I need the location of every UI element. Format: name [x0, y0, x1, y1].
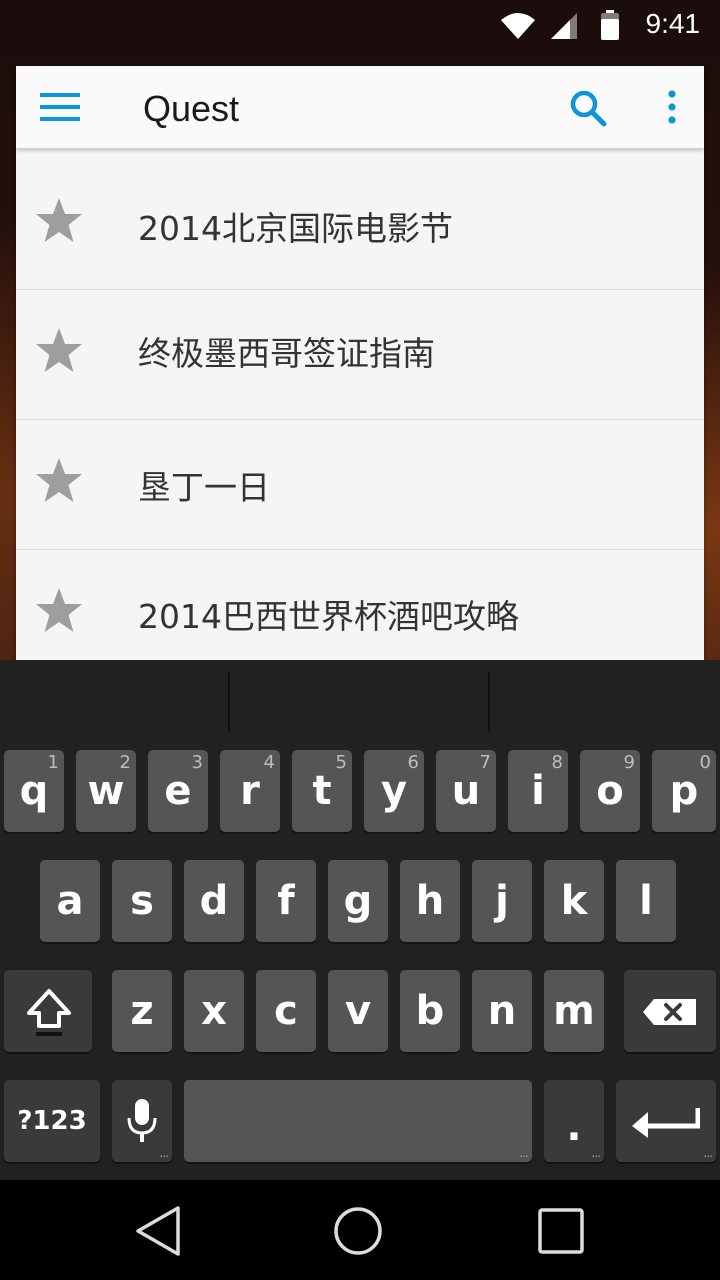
- mic-key[interactable]: ...: [112, 1080, 172, 1162]
- key-h[interactable]: h: [400, 860, 460, 942]
- key-v[interactable]: v: [328, 970, 388, 1052]
- key-u[interactable]: u7: [436, 750, 496, 832]
- list-item[interactable]: 终极墨西哥签证指南: [16, 290, 704, 420]
- navigation-bar: [0, 1180, 720, 1280]
- shift-key[interactable]: [4, 970, 92, 1052]
- key-k[interactable]: k: [544, 860, 604, 942]
- soft-keyboard: q1 w2 e3 r4 t5 y6 u7 i8 o9 p0 a s d f g …: [0, 660, 720, 1180]
- suggestion-divider: [228, 672, 230, 732]
- key-c[interactable]: c: [256, 970, 316, 1052]
- key-l[interactable]: l: [616, 860, 676, 942]
- list-item-label: 垦丁一日: [138, 468, 270, 507]
- list-item-label: 2014北京国际电影节: [138, 209, 453, 248]
- battery-icon: [601, 10, 619, 40]
- favorites-list: 2014北京国际电影节 终极墨西哥签证指南 垦丁一日 2014巴西世界杯酒吧攻略: [16, 148, 704, 666]
- app-card: Quest 2014北京国际电影节 终极墨西哥签证指南 垦丁一日 2014巴西世…: [16, 66, 704, 666]
- search-icon[interactable]: [568, 88, 608, 128]
- key-i[interactable]: i8: [508, 750, 568, 832]
- suggestion-strip[interactable]: [0, 660, 720, 740]
- key-g[interactable]: g: [328, 860, 388, 942]
- star-icon[interactable]: [34, 456, 84, 506]
- page-title: Quest: [143, 88, 240, 129]
- mic-icon: [127, 1099, 157, 1142]
- key-o[interactable]: o9: [580, 750, 640, 832]
- back-icon[interactable]: [132, 1205, 184, 1257]
- symbols-key[interactable]: ?123: [4, 1080, 100, 1162]
- key-e[interactable]: e3: [148, 750, 208, 832]
- key-m[interactable]: m: [544, 970, 604, 1052]
- key-t[interactable]: t5: [292, 750, 352, 832]
- list-item-label: 终极墨西哥签证指南: [138, 334, 435, 373]
- star-icon[interactable]: [34, 326, 84, 376]
- key-a[interactable]: a: [40, 860, 100, 942]
- backspace-key[interactable]: [624, 970, 716, 1052]
- status-bar: 9:41: [0, 0, 720, 50]
- key-y[interactable]: y6: [364, 750, 424, 832]
- more-vert-icon[interactable]: [664, 88, 680, 128]
- key-f[interactable]: f: [256, 860, 316, 942]
- space-key[interactable]: ...: [184, 1080, 532, 1162]
- key-z[interactable]: z: [112, 970, 172, 1052]
- key-p[interactable]: p0: [652, 750, 716, 832]
- key-j[interactable]: j: [472, 860, 532, 942]
- list-item[interactable]: 2014北京国际电影节: [16, 148, 704, 290]
- list-item[interactable]: 2014巴西世界杯酒吧攻略: [16, 550, 704, 666]
- home-icon[interactable]: [332, 1205, 384, 1257]
- star-icon[interactable]: [34, 196, 84, 246]
- key-x[interactable]: x: [184, 970, 244, 1052]
- signal-icon: [551, 13, 577, 39]
- key-d[interactable]: d: [184, 860, 244, 942]
- list-item-label: 2014巴西世界杯酒吧攻略: [138, 597, 519, 636]
- period-key[interactable]: . ...: [544, 1080, 604, 1162]
- list-item[interactable]: 垦丁一日: [16, 420, 704, 550]
- key-r[interactable]: r4: [220, 750, 280, 832]
- suggestion-divider: [488, 672, 490, 732]
- wifi-icon: [501, 13, 535, 39]
- enter-icon: [632, 1108, 700, 1138]
- backspace-icon: [643, 999, 696, 1025]
- status-time: 9:41: [645, 8, 701, 39]
- key-b[interactable]: b: [400, 970, 460, 1052]
- recents-icon[interactable]: [535, 1205, 587, 1257]
- key-q[interactable]: q1: [4, 750, 64, 832]
- key-n[interactable]: n: [472, 970, 532, 1052]
- star-icon[interactable]: [34, 586, 84, 636]
- key-w[interactable]: w2: [76, 750, 136, 832]
- menu-icon[interactable]: [40, 92, 80, 122]
- app-toolbar: Quest: [16, 66, 704, 149]
- key-s[interactable]: s: [112, 860, 172, 942]
- shift-icon: [27, 989, 71, 1036]
- enter-key[interactable]: ...: [616, 1080, 716, 1162]
